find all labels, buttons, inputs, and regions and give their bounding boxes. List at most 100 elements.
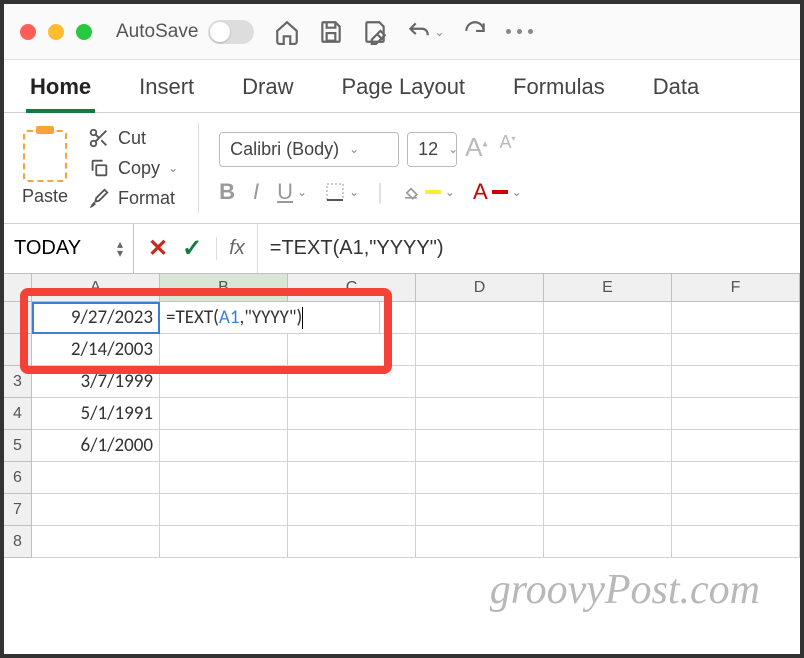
cell[interactable]: [544, 494, 672, 526]
close-window-button[interactable]: [20, 24, 36, 40]
col-header-f[interactable]: F: [672, 274, 800, 301]
cell[interactable]: [672, 462, 800, 494]
font-size-select[interactable]: 12⌄: [407, 132, 457, 167]
select-all-corner[interactable]: [4, 274, 32, 301]
cell[interactable]: [672, 366, 800, 398]
cell[interactable]: [288, 366, 416, 398]
cell[interactable]: [32, 526, 160, 558]
cell[interactable]: [544, 398, 672, 430]
cell[interactable]: [380, 302, 416, 334]
italic-button[interactable]: I: [253, 179, 259, 205]
cell[interactable]: [544, 526, 672, 558]
bold-button[interactable]: B: [219, 179, 235, 205]
row-header[interactable]: 7: [4, 494, 32, 526]
row-header[interactable]: 6: [4, 462, 32, 494]
cell[interactable]: [672, 334, 800, 366]
cell[interactable]: [160, 366, 288, 398]
undo-button[interactable]: ⌄: [406, 19, 444, 45]
tab-home[interactable]: Home: [26, 68, 95, 112]
cell[interactable]: [416, 302, 544, 334]
autosave-toggle[interactable]: [208, 20, 254, 44]
row-header[interactable]: 3: [4, 366, 32, 398]
name-box[interactable]: TODAY ▴▾: [4, 224, 134, 273]
cell[interactable]: [160, 494, 288, 526]
cell-a4[interactable]: 5/1/1991: [32, 398, 160, 430]
cell[interactable]: [544, 462, 672, 494]
tab-insert[interactable]: Insert: [135, 68, 198, 112]
col-header-a[interactable]: A: [32, 274, 160, 301]
cell[interactable]: [288, 462, 416, 494]
cell[interactable]: [160, 334, 288, 366]
cell[interactable]: [416, 526, 544, 558]
cell[interactable]: [416, 494, 544, 526]
col-header-b[interactable]: B: [160, 274, 288, 301]
cell[interactable]: [160, 462, 288, 494]
font-color-button[interactable]: A⌄: [473, 179, 522, 205]
cell[interactable]: [544, 302, 672, 334]
cell[interactable]: [160, 526, 288, 558]
cell-a1[interactable]: 9/27/2023: [32, 302, 160, 334]
cell[interactable]: [672, 302, 800, 334]
tab-draw[interactable]: Draw: [238, 68, 297, 112]
fill-color-button[interactable]: ⌄: [401, 182, 455, 202]
col-header-e[interactable]: E: [544, 274, 672, 301]
col-header-c[interactable]: C: [288, 274, 416, 301]
cell[interactable]: [672, 398, 800, 430]
accept-formula-button[interactable]: ✓: [182, 234, 202, 263]
paste-button[interactable]: Paste: [22, 130, 68, 207]
format-painter-button[interactable]: Format: [88, 187, 178, 209]
cell[interactable]: [544, 334, 672, 366]
cell[interactable]: [544, 366, 672, 398]
tab-page-layout[interactable]: Page Layout: [338, 68, 470, 112]
cell[interactable]: [160, 398, 288, 430]
row-header[interactable]: 5: [4, 430, 32, 462]
col-header-d[interactable]: D: [416, 274, 544, 301]
cell-a5[interactable]: 6/1/2000: [32, 430, 160, 462]
tab-data[interactable]: Data: [649, 68, 703, 112]
minimize-window-button[interactable]: [48, 24, 64, 40]
cell[interactable]: [288, 526, 416, 558]
cell[interactable]: [288, 334, 416, 366]
fx-label[interactable]: fx: [216, 237, 257, 260]
cell[interactable]: [288, 494, 416, 526]
cell[interactable]: [672, 494, 800, 526]
maximize-window-button[interactable]: [76, 24, 92, 40]
cell[interactable]: [160, 430, 288, 462]
row-header[interactable]: [4, 334, 32, 366]
cancel-formula-button[interactable]: ✕: [148, 234, 168, 263]
cell-a2[interactable]: 2/14/2003: [32, 334, 160, 366]
save-icon[interactable]: [318, 19, 344, 45]
cell[interactable]: [544, 430, 672, 462]
cell[interactable]: [672, 430, 800, 462]
row-header[interactable]: [4, 302, 32, 334]
cell-a3[interactable]: 3/7/1999: [32, 366, 160, 398]
increase-font-icon[interactable]: A▴: [465, 132, 487, 163]
copy-button[interactable]: Copy ⌄: [88, 157, 178, 179]
tab-formulas[interactable]: Formulas: [509, 68, 609, 112]
cell[interactable]: [288, 398, 416, 430]
autosave-control[interactable]: AutoSave: [116, 20, 254, 44]
cell[interactable]: [416, 334, 544, 366]
decrease-font-icon[interactable]: A▾: [500, 132, 516, 153]
row-header[interactable]: 8: [4, 526, 32, 558]
cell[interactable]: [416, 430, 544, 462]
more-icon[interactable]: [506, 29, 533, 34]
cell[interactable]: [32, 462, 160, 494]
save-edit-icon[interactable]: [362, 19, 388, 45]
cell-b1-editing[interactable]: =TEXT(A1,"YYYY"): [160, 302, 380, 334]
cell[interactable]: [32, 494, 160, 526]
cell[interactable]: [416, 398, 544, 430]
home-icon[interactable]: [274, 19, 300, 45]
cell[interactable]: [416, 462, 544, 494]
cell[interactable]: [288, 430, 416, 462]
redo-icon[interactable]: [462, 19, 488, 45]
cell[interactable]: [672, 526, 800, 558]
row-header[interactable]: 4: [4, 398, 32, 430]
cut-button[interactable]: Cut: [88, 127, 178, 149]
underline-button[interactable]: U⌄: [277, 179, 307, 205]
font-name-select[interactable]: Calibri (Body)⌄: [219, 132, 399, 167]
border-button[interactable]: ⌄: [325, 182, 359, 202]
titlebar: AutoSave ⌄: [4, 4, 800, 60]
cell[interactable]: [416, 366, 544, 398]
formula-input[interactable]: =TEXT(A1,"YYYY"): [257, 224, 800, 273]
